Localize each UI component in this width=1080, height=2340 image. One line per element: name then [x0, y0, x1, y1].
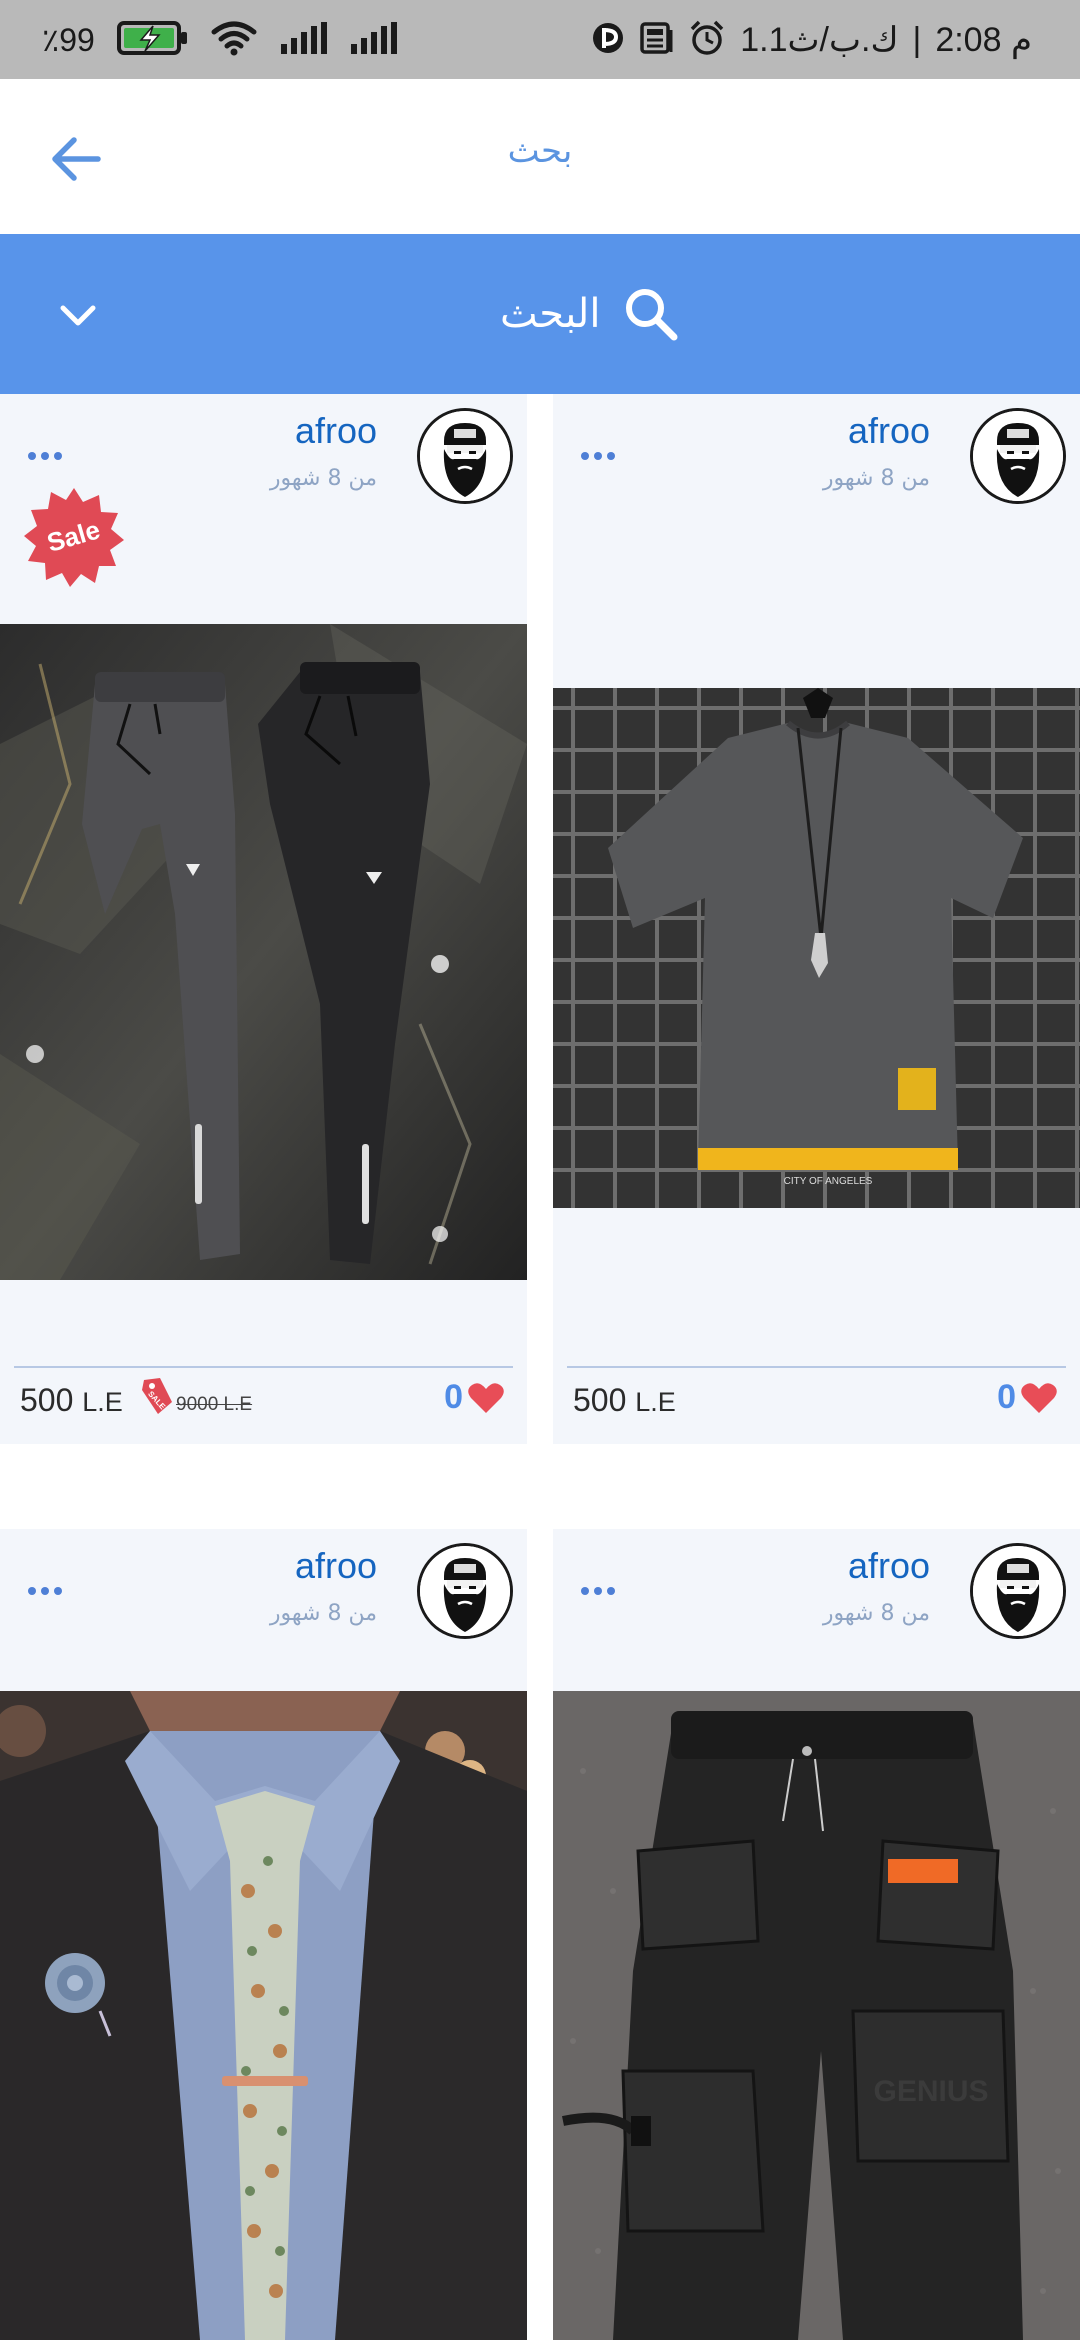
- battery-percent-value: 99: [59, 22, 95, 58]
- avatar[interactable]: [417, 1543, 513, 1639]
- search-button[interactable]: البحث: [500, 276, 680, 352]
- search-icon: [626, 289, 678, 341]
- product-image[interactable]: [0, 1691, 527, 2340]
- post-time: من 8 شهور: [269, 466, 377, 491]
- dark-pants-image: [0, 624, 527, 1280]
- product-card[interactable]: afroo من 8 شهور: [553, 394, 1080, 1444]
- product-card[interactable]: afroo من 8 شهور: [0, 1529, 527, 2340]
- price-value: 500: [573, 1382, 627, 1418]
- search-bar: البحث: [0, 234, 1080, 394]
- status-divider: |: [912, 20, 922, 59]
- card-header: afroo من 8 شهور: [0, 1529, 527, 1639]
- like-button[interactable]: 0: [997, 1378, 1058, 1417]
- battery-percent-sign: ٪: [42, 22, 60, 58]
- post-time: من 8 شهور: [269, 1601, 377, 1626]
- likes-count: 0: [444, 1378, 463, 1416]
- product-image[interactable]: CITY OF ANGELES: [553, 688, 1080, 1208]
- price: 500 L.E: [20, 1382, 123, 1419]
- old-price: 9000 L.E: [176, 1394, 253, 1415]
- more-options-button[interactable]: [28, 444, 72, 468]
- sale-badge: Sale: [24, 488, 124, 587]
- network-speed: 1.1ك.ب/ث: [740, 21, 899, 59]
- heart-icon: [468, 1382, 504, 1413]
- post-time: من 8 شهور: [822, 1601, 930, 1626]
- price-value: 500: [20, 1382, 74, 1418]
- product-image[interactable]: [0, 624, 527, 1280]
- more-options-button[interactable]: [581, 444, 625, 468]
- news-icon: [640, 22, 674, 58]
- product-card[interactable]: afroo من 8 شهور GENIUS: [553, 1529, 1080, 2340]
- avatar[interactable]: [417, 408, 513, 504]
- app-header: بحث: [0, 79, 1080, 234]
- clock: 2:08 م: [935, 21, 1032, 59]
- product-card[interactable]: afroo من 8 شهور Sale 500 L.E SALE 9000 L…: [0, 394, 527, 1444]
- chevron-down-icon: [60, 305, 96, 326]
- svg-text:GENIUS: GENIUS: [873, 2075, 988, 2108]
- status-left: ٪99: [42, 18, 397, 62]
- gray-tshirt-image: CITY OF ANGELES: [553, 688, 1080, 1208]
- price-unit: L.E: [82, 1387, 123, 1417]
- product-image[interactable]: GENIUS: [553, 1691, 1080, 2340]
- author-name[interactable]: afroo: [295, 410, 377, 452]
- sale-tag-icon: SALE: [142, 1378, 172, 1414]
- search-label: البحث: [500, 291, 601, 337]
- price-unit: L.E: [635, 1387, 676, 1417]
- price: 500 L.E: [573, 1382, 676, 1419]
- page-title: بحث: [507, 131, 573, 171]
- battery-percent: ٪99: [42, 21, 95, 59]
- app-notification-icon: [590, 20, 626, 60]
- card-footer: 500 L.E SALE 9000 L.E 0: [14, 1366, 513, 1446]
- suit-tie-image: [0, 1691, 527, 2340]
- card-footer: 500 L.E 0: [567, 1366, 1066, 1446]
- avatar[interactable]: [970, 1543, 1066, 1639]
- status-bar: ٪99 1.1ك.ب/ث | 2:08 م: [0, 0, 1080, 79]
- alarm-icon: [688, 19, 726, 61]
- signal-icon: [349, 22, 397, 58]
- more-options-button[interactable]: [28, 1579, 72, 1603]
- avatar[interactable]: [970, 408, 1066, 504]
- author-name[interactable]: afroo: [848, 410, 930, 452]
- filter-toggle-button[interactable]: [52, 290, 104, 342]
- signal-icon: [279, 22, 327, 58]
- bearded-man-avatar-icon: [420, 1546, 510, 1636]
- status-right: 1.1ك.ب/ث | 2:08 م: [590, 18, 1032, 62]
- likes-count: 0: [997, 1378, 1016, 1416]
- more-options-button[interactable]: [581, 1579, 625, 1603]
- card-header: afroo من 8 شهور: [553, 1529, 1080, 1639]
- cargo-pants-image: GENIUS: [553, 1691, 1080, 2340]
- bearded-man-avatar-icon: [420, 411, 510, 501]
- heart-icon: [1021, 1382, 1057, 1413]
- card-header: afroo من 8 شهور: [553, 394, 1080, 504]
- svg-text:CITY OF ANGELES: CITY OF ANGELES: [784, 1176, 873, 1187]
- like-button[interactable]: 0: [444, 1378, 505, 1417]
- author-name[interactable]: afroo: [295, 1545, 377, 1587]
- bearded-man-avatar-icon: [973, 411, 1063, 501]
- post-time: من 8 شهور: [822, 466, 930, 491]
- bearded-man-avatar-icon: [973, 1546, 1063, 1636]
- author-name[interactable]: afroo: [848, 1545, 930, 1587]
- wifi-icon: [211, 20, 257, 60]
- battery-charging-icon: [116, 21, 189, 59]
